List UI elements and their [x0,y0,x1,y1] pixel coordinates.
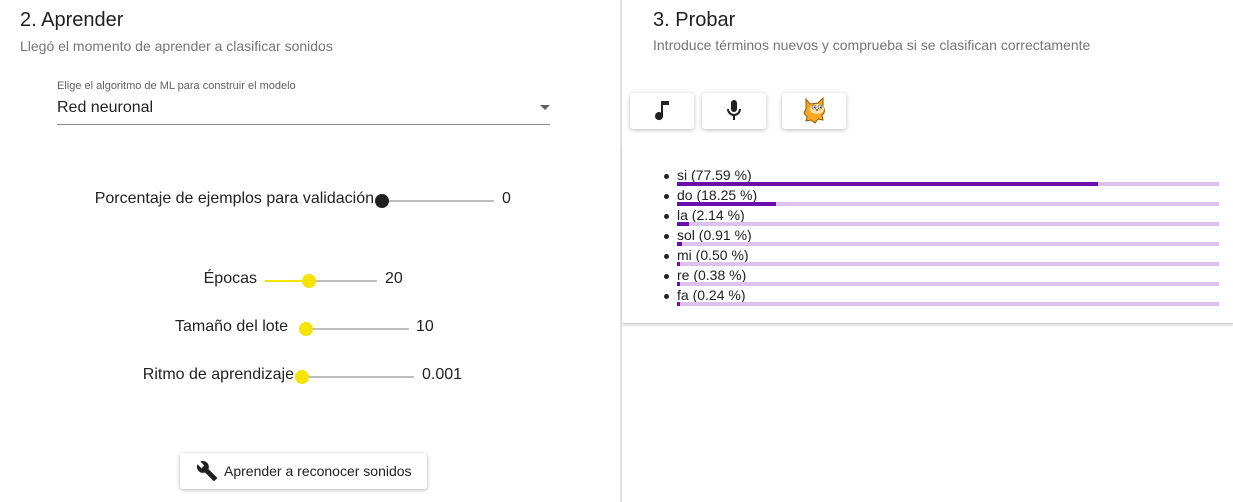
learning-rate-slider-label: Ritmo de aprendizaje [142,366,294,383]
learn-panel: 2. Aprender Llegó el momento de aprender… [0,0,620,502]
result-item: do (18.25 %) [662,187,1219,207]
bullet-icon [664,214,669,219]
algorithm-label: Elige el algoritmo de ML para construir … [57,80,296,92]
epochs-slider-label: Épocas [203,270,257,287]
result-item: la (2.14 %) [662,207,1219,227]
microphone-icon [727,100,741,120]
result-bar [677,242,1219,246]
epochs-slider-thumb[interactable] [301,274,316,288]
microphone-button[interactable] [702,93,766,129]
result-label: do (18.25 %) [677,187,758,203]
result-bar [677,262,1219,266]
result-item: sol (0.91 %) [662,227,1219,247]
result-bar-fill [677,302,680,306]
test-subtitle: Introduce términos nuevos y comprueba si… [653,37,1091,53]
bullet-icon [664,274,669,279]
batch-slider[interactable] [298,322,409,336]
result-label: si (77.59 %) [677,167,752,183]
result-label: mi (0.50 %) [677,247,749,263]
result-item: mi (0.50 %) [662,247,1219,267]
test-title: 3. Probar [653,9,736,31]
scratch-button[interactable] [782,93,846,129]
result-label: sol (0.91 %) [677,227,752,243]
learning-rate-slider[interactable] [295,370,414,384]
result-label: fa (0.24 %) [677,287,746,303]
result-bar-fill [677,182,1098,186]
bullet-icon [664,174,669,179]
epochs-slider-value: 20 [385,270,403,287]
validation-slider-value: 0 [502,190,511,207]
wrench-icon [196,461,218,482]
bullet-icon [664,294,669,299]
result-item: re (0.38 %) [662,267,1219,287]
classification-results: si (77.59 %) do (18.25 %) la (2.14 %) so… [622,144,1233,324]
algorithm-value: Red neuronal [57,99,154,116]
result-bar-fill [677,222,689,226]
result-bar-fill [677,262,680,266]
result-bar [677,282,1219,286]
algorithm-select[interactable]: Red neuronal [57,96,550,125]
result-item: si (77.59 %) [662,167,1219,187]
learning-rate-slider-thumb[interactable] [295,370,309,384]
result-bar [677,182,1219,186]
batch-slider-label: Tamaño del lote [175,318,288,335]
train-model-button[interactable]: Aprender a reconocer sonidos [180,453,427,489]
learning-rate-slider-value: 0.001 [422,366,463,383]
result-item: fa (0.24 %) [662,287,1219,307]
epochs-slider[interactable] [265,274,377,288]
bullet-icon [664,234,669,239]
learn-title: 2. Aprender [20,9,124,31]
result-bar [677,202,1219,206]
validation-slider-label: Porcentaje de ejemplos para validación [94,190,374,207]
dropdown-caret-icon [540,105,550,110]
music-note-button[interactable] [630,93,694,129]
validation-slider[interactable] [375,194,494,208]
bullet-icon [664,254,669,259]
test-panel: 3. Probar Introduce términos nuevos y co… [622,0,1233,502]
result-bar-fill [677,242,682,246]
learn-subtitle: Llegó el momento de aprender a clasifica… [20,38,333,54]
result-bar-fill [677,202,776,206]
batch-slider-thumb[interactable] [298,322,313,336]
music-note-icon [655,101,669,121]
result-bar [677,222,1219,226]
bullet-icon [664,194,669,199]
train-model-button-label: Aprender a reconocer sonidos [224,463,412,479]
result-bar-fill [677,282,680,286]
result-label: la (2.14 %) [677,207,745,223]
result-label: re (0.38 %) [677,267,747,283]
result-bar [677,302,1219,306]
scratch-cat-icon [803,96,825,124]
batch-slider-value: 10 [416,318,434,335]
validation-slider-thumb[interactable] [375,194,389,208]
